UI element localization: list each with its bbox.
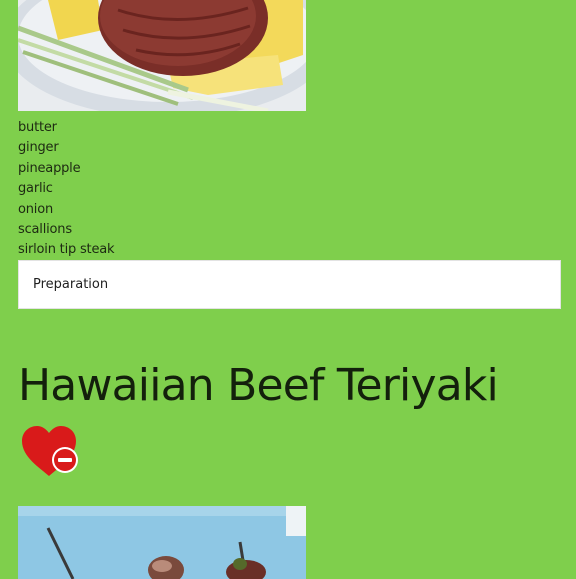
ingredient-item: ginger xyxy=(18,140,59,156)
ingredient-item: sirloin tip steak xyxy=(18,242,115,258)
beef-teriyaki-image xyxy=(18,506,306,579)
preparation-label: Preparation xyxy=(33,277,109,292)
steak-plate-image xyxy=(18,0,306,111)
favorite-button[interactable] xyxy=(20,424,82,480)
recipe-photo xyxy=(18,0,306,111)
heart-remove-icon xyxy=(22,426,78,476)
ingredient-item: onion xyxy=(18,201,53,217)
recipe-title: Hawaiian Beef Teriyaki xyxy=(18,360,499,411)
ingredient-item: scallions xyxy=(18,222,72,238)
ingredient-item: garlic xyxy=(18,181,53,197)
recipe-page: butter ginger pineapple garlic onion sca… xyxy=(0,0,576,579)
recipe-photo xyxy=(18,506,306,579)
preparation-button[interactable]: Preparation xyxy=(18,260,561,309)
ingredient-item: butter xyxy=(18,120,57,135)
ingredient-item: pineapple xyxy=(18,160,81,176)
ingredient-list: butter ginger pineapple garlic onion sca… xyxy=(18,118,115,261)
